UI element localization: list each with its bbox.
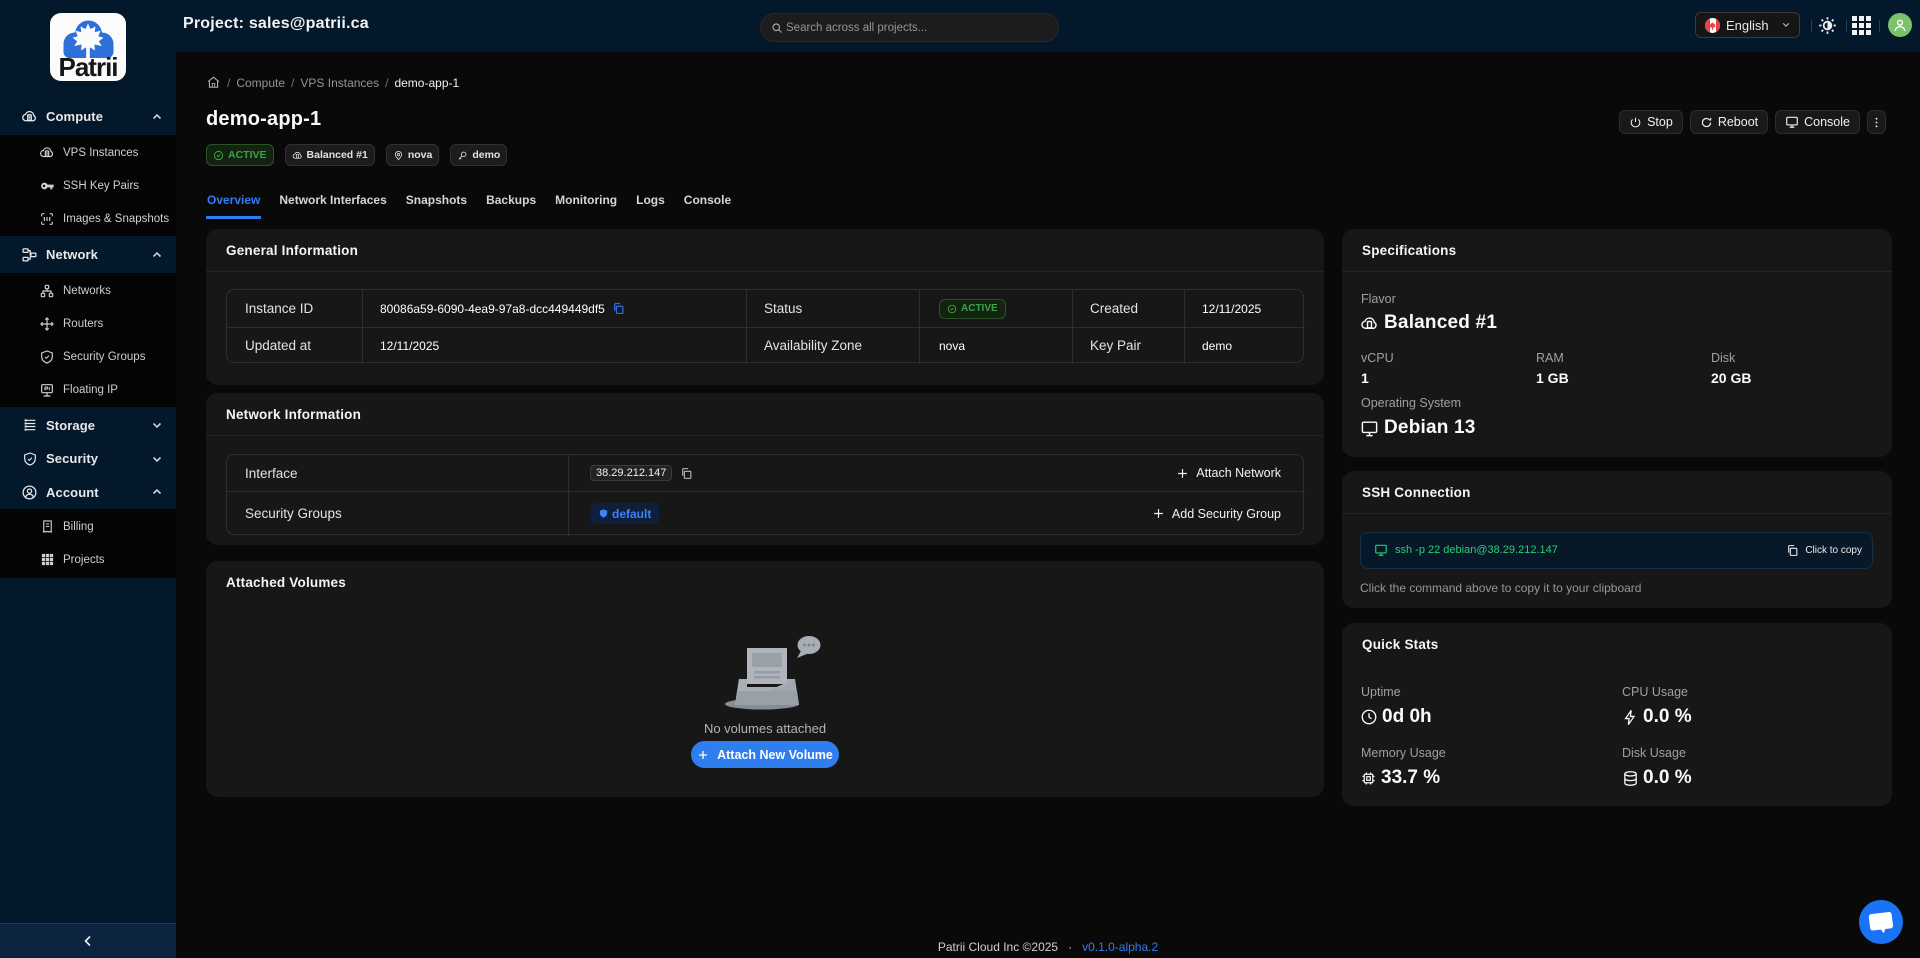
svg-text:Patrii: Patrii xyxy=(58,52,117,81)
